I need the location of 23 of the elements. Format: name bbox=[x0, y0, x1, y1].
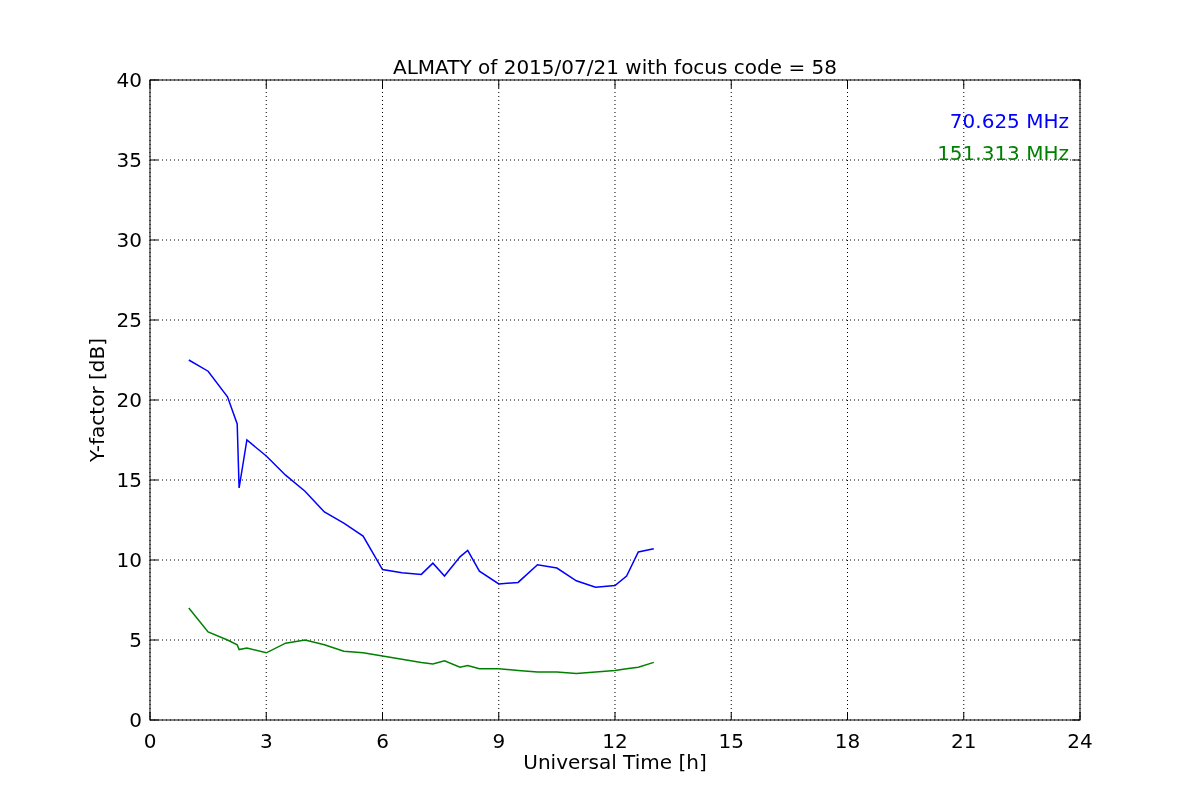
y-tick-label: 30 bbox=[116, 228, 142, 252]
y-tick-label: 15 bbox=[116, 468, 142, 492]
x-axis-label: Universal Time [h] bbox=[523, 750, 707, 774]
y-axis-label: Y-factor [dB] bbox=[85, 338, 109, 462]
x-tick-label: 15 bbox=[718, 729, 744, 753]
x-tick-label: 3 bbox=[259, 729, 273, 753]
y-tick-label: 40 bbox=[116, 68, 142, 92]
y-tick-label: 5 bbox=[129, 628, 142, 652]
y-tick-label: 25 bbox=[116, 308, 142, 332]
y-tick-label: 0 bbox=[129, 708, 142, 732]
y-tick-label: 10 bbox=[116, 548, 142, 572]
x-tick-label: 6 bbox=[376, 729, 389, 753]
legend-label: 151.313 MHz bbox=[937, 141, 1069, 165]
legend-label: 70.625 MHz bbox=[949, 109, 1069, 133]
y-tick-label: 20 bbox=[116, 388, 142, 412]
x-tick-label: 0 bbox=[143, 729, 157, 753]
x-tick-label: 9 bbox=[492, 729, 506, 753]
chart-title: ALMATY of 2015/07/21 with focus code = 58 bbox=[393, 55, 837, 79]
x-tick-label: 18 bbox=[834, 729, 861, 753]
x-tick-label: 21 bbox=[951, 729, 977, 753]
x-tick-label: 12 bbox=[602, 729, 628, 753]
x-tick-label: 24 bbox=[1067, 729, 1093, 753]
y-tick-label: 35 bbox=[116, 148, 142, 172]
